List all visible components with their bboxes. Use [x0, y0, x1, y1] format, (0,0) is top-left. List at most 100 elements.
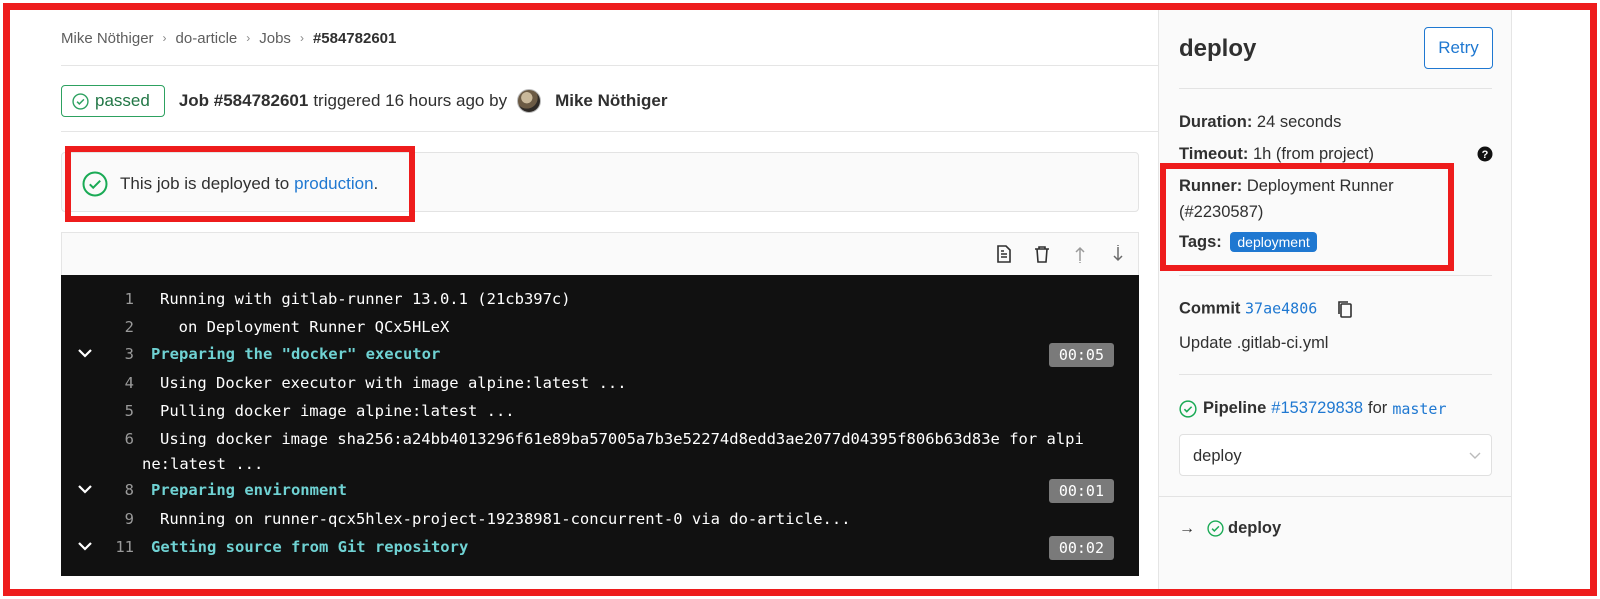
- pipeline-label: Pipeline: [1203, 399, 1267, 417]
- breadcrumb-user[interactable]: Mike Nöthiger: [61, 30, 154, 47]
- commit-sha-link[interactable]: 37ae4806: [1245, 299, 1317, 317]
- divider: [1179, 374, 1492, 375]
- divider: [1179, 275, 1492, 276]
- breadcrumb-separator-icon: ›: [246, 31, 251, 45]
- log-section-title: Preparing the "docker" executor: [151, 345, 441, 363]
- pipeline-for-text: for: [1368, 399, 1388, 417]
- commit-row: Commit 37ae4806: [1179, 299, 1354, 319]
- job-triggered-text: triggered 16 hours ago by: [313, 91, 508, 110]
- duration-row: Duration: 24 seconds: [1179, 113, 1341, 132]
- stage-dropdown-value: deploy: [1193, 447, 1242, 465]
- raw-log-icon[interactable]: [994, 244, 1014, 264]
- log-line-number[interactable]: 8: [94, 481, 134, 499]
- job-header: passed Job #584782601 triggered 16 hours…: [61, 84, 667, 118]
- breadcrumb-separator-icon: ›: [162, 31, 167, 45]
- breadcrumb-job-id[interactable]: #584782601: [313, 30, 396, 47]
- log-line-text: Running with gitlab-runner 13.0.1 (21cb3…: [160, 290, 571, 308]
- log-line: 9 Running on runner-qcx5hlex-project-192…: [61, 505, 1139, 533]
- status-badge[interactable]: passed: [61, 85, 165, 117]
- svg-text:?: ?: [1482, 149, 1489, 161]
- log-section-header[interactable]: 8 Preparing environment 00:01: [61, 476, 1139, 504]
- timeout-row: Timeout: 1h (from project): [1179, 145, 1374, 164]
- log-line-number[interactable]: 2: [94, 318, 134, 336]
- log-line-number[interactable]: 3: [94, 345, 134, 363]
- log-line: 4 Using Docker executor with image alpin…: [61, 369, 1139, 397]
- breadcrumb: Mike Nöthiger › do-article › Jobs › #584…: [61, 27, 396, 49]
- divider: [1159, 496, 1511, 497]
- duration-value: 24 seconds: [1256, 113, 1342, 131]
- log-line-text: Using Docker executor with image alpine:…: [160, 374, 627, 392]
- log-line-wrapped: ne:latest ...: [61, 450, 1139, 478]
- commit-message: Update .gitlab-ci.yml: [1179, 334, 1329, 352]
- section-duration-badge: 00:02: [1048, 536, 1114, 560]
- log-line-text: Using docker image sha256:a24bb4013296f6…: [160, 430, 1084, 448]
- chevron-down-icon[interactable]: [77, 539, 93, 553]
- job-sidebar: deploy Retry Duration: 24 seconds Timeou…: [1158, 10, 1512, 590]
- stage-job-name: deploy: [1228, 519, 1282, 537]
- breadcrumb-separator-icon: ›: [299, 31, 304, 45]
- log-line-number[interactable]: 1: [94, 290, 134, 308]
- log-line: 1 Running with gitlab-runner 13.0.1 (21c…: [61, 285, 1139, 313]
- check-circle-icon: [82, 171, 108, 197]
- question-icon[interactable]: ?: [1477, 146, 1493, 162]
- breadcrumb-jobs[interactable]: Jobs: [259, 30, 291, 47]
- log-line-number[interactable]: 5: [94, 402, 134, 420]
- scroll-top-icon[interactable]: [1070, 244, 1090, 264]
- job-main-panel: Mike Nöthiger › do-article › Jobs › #584…: [61, 10, 1166, 590]
- duration-label: Duration:: [1179, 113, 1253, 131]
- timeout-label: Timeout:: [1179, 145, 1249, 163]
- pipeline-row: Pipeline #153729838 for master: [1179, 399, 1447, 418]
- status-label: passed: [95, 91, 150, 110]
- log-line-number[interactable]: 6: [94, 430, 134, 448]
- environment-link[interactable]: production: [294, 174, 373, 194]
- check-circle-icon: [1179, 399, 1197, 418]
- runner-value: Deployment Runner: [1246, 177, 1394, 195]
- deployment-info-box: This job is deployed to production .: [61, 152, 1139, 212]
- log-section-header[interactable]: 11 Getting source from Git repository 00…: [61, 533, 1139, 561]
- breadcrumb-project[interactable]: do-article: [176, 30, 238, 47]
- log-section-header[interactable]: 3 Preparing the "docker" executor 00:05: [61, 340, 1139, 368]
- check-circle-icon: [72, 92, 89, 110]
- scroll-bottom-icon[interactable]: [1108, 244, 1128, 264]
- job-author[interactable]: Mike Nöthiger: [555, 91, 667, 111]
- commit-label: Commit: [1179, 299, 1241, 318]
- job-log: 1 Running with gitlab-runner 13.0.1 (21c…: [61, 275, 1139, 576]
- chevron-down-icon: [1469, 452, 1481, 459]
- pipeline-link[interactable]: #153729838: [1271, 399, 1363, 418]
- section-duration-badge: 00:01: [1048, 479, 1114, 503]
- runner-id: (#2230587): [1179, 203, 1264, 221]
- divider: [1179, 88, 1492, 89]
- stage-job-item[interactable]: → deploy: [1179, 519, 1281, 538]
- log-section-title: Preparing environment: [151, 481, 347, 499]
- chevron-down-icon[interactable]: [77, 346, 93, 360]
- sidebar-job-name: deploy: [1179, 35, 1257, 62]
- deployment-suffix: .: [373, 174, 379, 193]
- branch-link[interactable]: master: [1392, 400, 1446, 418]
- timeout-value: 1h (from project): [1252, 145, 1375, 163]
- deployment-prefix: This job is deployed to: [120, 174, 290, 193]
- job-title: Job #584782601: [178, 91, 309, 110]
- tags-label: Tags:: [1179, 233, 1222, 251]
- tag-badge: deployment: [1230, 232, 1317, 252]
- log-line-number[interactable]: 9: [94, 510, 134, 528]
- log-line: 6 Using docker image sha256:a24bb4013296…: [61, 425, 1139, 453]
- runner-row: Runner: Deployment Runner: [1179, 177, 1394, 196]
- log-line: 2 on Deployment Runner QCx5HLeX: [61, 313, 1139, 341]
- stage-dropdown[interactable]: deploy: [1179, 434, 1492, 476]
- log-line-text: ne:latest ...: [142, 455, 264, 473]
- log-line-text: Running on runner-qcx5hlex-project-19238…: [160, 510, 851, 528]
- divider: [61, 65, 1166, 66]
- log-toolbar: [61, 232, 1139, 275]
- log-line-number[interactable]: 4: [94, 374, 134, 392]
- log-line-text: on Deployment Runner QCx5HLeX: [160, 318, 450, 336]
- copy-icon[interactable]: [1336, 299, 1354, 319]
- chevron-down-icon[interactable]: [77, 482, 93, 496]
- runner-label: Runner:: [1179, 177, 1243, 195]
- log-line-text: Pulling docker image alpine:latest ...: [160, 402, 515, 420]
- erase-log-icon[interactable]: [1032, 244, 1052, 264]
- avatar[interactable]: [517, 89, 542, 113]
- log-line-number[interactable]: 11: [94, 538, 134, 556]
- current-job-arrow-icon: →: [1179, 519, 1195, 537]
- retry-button[interactable]: Retry: [1424, 27, 1493, 69]
- log-section-title: Getting source from Git repository: [151, 538, 469, 556]
